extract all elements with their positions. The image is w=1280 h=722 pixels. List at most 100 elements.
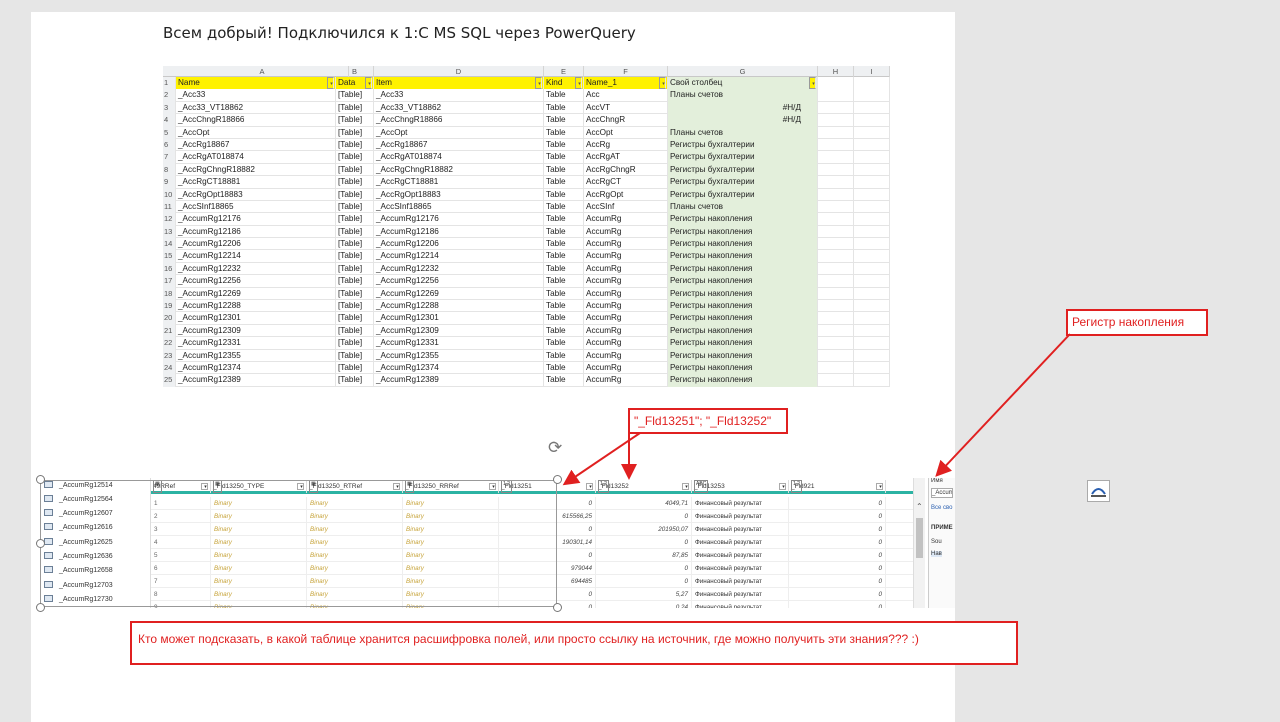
cell-name: _AccRgAT018874 <box>176 151 336 164</box>
table-row: 2 _Acc33 [Table] _Acc33 Table Acc Планы счетов <box>163 89 890 102</box>
type-icon[interactable]: 1.2 <box>791 480 802 493</box>
cell-kind: Table <box>544 275 584 288</box>
cell-data: [Table] <box>336 374 374 387</box>
cell-data: [Table] <box>336 337 374 350</box>
cell-name1: AccRgCT <box>584 176 668 189</box>
cell-item: _AccumRg12269 <box>374 287 544 301</box>
table-row: 17 _AccumRg12256 [Table] _AccumRg12256 Table… <box>163 275 890 288</box>
resize-handle-ml[interactable] <box>36 539 45 548</box>
cell-item: _AccOpt <box>374 126 544 139</box>
row-number: 17 <box>163 275 176 288</box>
resize-handle-tl[interactable] <box>36 475 45 484</box>
blank-cell <box>854 238 890 251</box>
cell-name: _AccumRg12331 <box>176 337 336 350</box>
blank-cell <box>854 188 890 201</box>
cell-item: _Acc33 <box>374 89 544 102</box>
row-number: 21 <box>163 324 176 338</box>
cell-kind: Table <box>544 126 584 139</box>
blank-cell <box>854 287 890 301</box>
grid-column-header[interactable]: 1.2 _Fld13252 ▾ <box>596 480 692 493</box>
scroll-up-icon[interactable]: ⌃ <box>916 502 923 511</box>
resize-handle-bl[interactable] <box>36 603 45 612</box>
column-dropdown-icon[interactable]: ▾ <box>586 483 593 490</box>
blank-cell <box>854 89 890 102</box>
filter-dropdown-icon[interactable]: ▾ <box>809 77 816 90</box>
type-icon[interactable]: ABC <box>694 480 709 493</box>
header-text: Data <box>338 78 356 87</box>
number-cell: 0 <box>789 575 886 588</box>
blank-cell <box>818 337 854 350</box>
cell-kind: Table <box>544 200 584 214</box>
blank-cell <box>818 163 854 177</box>
filter-dropdown-icon[interactable]: ▾ <box>365 77 372 90</box>
callout-question: Кто может подсказать, в какой таблице хр… <box>130 621 1018 665</box>
cell-item: _AccumRg12256 <box>374 275 544 288</box>
all-properties-link[interactable]: Все сво <box>931 505 952 511</box>
column-dropdown-icon[interactable]: ▾ <box>876 483 883 490</box>
filter-dropdown-icon[interactable]: ▾ <box>535 77 542 90</box>
cell-name1: AccRgChngR <box>584 163 668 177</box>
blank-cell <box>818 250 854 263</box>
filter-dropdown-icon[interactable]: ▾ <box>575 77 582 90</box>
grid-column-header[interactable]: 1.2 _Fld921 ▾ <box>789 480 886 493</box>
filter-dropdown-icon[interactable]: ▾ <box>659 77 666 90</box>
step-source[interactable]: Sou <box>931 539 942 545</box>
column-header: B <box>336 66 374 77</box>
table-row: 15 _AccumRg12214 [Table] _AccumRg12214 Table… <box>163 250 890 263</box>
number-cell: 0 <box>789 510 886 523</box>
cell-item: _AccumRg12206 <box>374 238 544 251</box>
row-number: 20 <box>163 312 176 325</box>
cell-name1: AccOpt <box>584 126 668 139</box>
cell-name1: AccumRg <box>584 361 668 375</box>
column-dropdown-icon[interactable]: ▾ <box>779 483 786 490</box>
blank-cell <box>818 349 854 362</box>
blank-cell <box>818 262 854 276</box>
cell-item: _AccumRg12355 <box>374 349 544 362</box>
table-row: 4 _AccChngR18866 [Table] _AccChngR18866 Tabl… <box>163 114 890 127</box>
name-input[interactable]: _Accum <box>931 488 953 498</box>
cell-kind: Table <box>544 238 584 251</box>
cell-kind: Table <box>544 300 584 313</box>
cell-item: _AccRgAT018874 <box>374 151 544 164</box>
cell-name1: AccChngR <box>584 114 668 127</box>
blank-cell <box>818 300 854 313</box>
cell-name: _AccumRg12269 <box>176 287 336 301</box>
cell-name1: AccumRg <box>584 238 668 251</box>
layout-options-button[interactable] <box>1087 480 1110 502</box>
cell-name: _AccumRg12374 <box>176 361 336 375</box>
filter-dropdown-icon[interactable]: ▾ <box>327 77 334 90</box>
step-navigation[interactable]: Нав <box>931 551 942 557</box>
cell-item: _AccRgOpt18883 <box>374 188 544 201</box>
blank-cell <box>854 312 890 325</box>
cell-kind: Table <box>544 262 584 276</box>
cell-item: _AccumRg12389 <box>374 374 544 387</box>
grid-column-header[interactable]: ABC _Fld13253 ▾ <box>692 480 789 493</box>
blank-cell <box>818 213 854 226</box>
cell-data: [Table] <box>336 361 374 375</box>
cell-data: [Table] <box>336 213 374 226</box>
text-cell: Финансовый результат <box>692 549 789 562</box>
grid-scrollbar[interactable]: ⌃ <box>913 478 925 608</box>
column-header: F <box>584 66 668 77</box>
cell-custom: Регистры бухгалтерии <box>668 138 818 152</box>
header-cell-name1: Name_1 ▾ <box>584 77 668 90</box>
cell-kind: Table <box>544 188 584 201</box>
column-header: A <box>176 66 349 77</box>
blank-cell <box>854 225 890 239</box>
row-number: 13 <box>163 225 176 239</box>
blank-cell <box>818 324 854 338</box>
resize-handle-tm[interactable] <box>553 475 562 484</box>
number-cell: 87,85 <box>596 549 692 562</box>
table-row: 14 _AccumRg12206 [Table] _AccumRg12206 Table… <box>163 238 890 251</box>
rotate-handle-icon[interactable]: ⟳ <box>548 438 562 458</box>
resize-handle-bm[interactable] <box>553 603 562 612</box>
table-row: 22 _AccumRg12331 [Table] _AccumRg12331 Table… <box>163 337 890 350</box>
column-dropdown-icon[interactable]: ▾ <box>682 483 689 490</box>
cell-custom: Регистры накопления <box>668 312 818 325</box>
blank-cell <box>818 200 854 214</box>
cell-data: [Table] <box>336 262 374 276</box>
cell-item: _AccumRg12288 <box>374 300 544 313</box>
type-icon[interactable]: 1.2 <box>598 480 609 493</box>
cell-name1: AccumRg <box>584 349 668 362</box>
scroll-thumb[interactable] <box>916 518 923 558</box>
